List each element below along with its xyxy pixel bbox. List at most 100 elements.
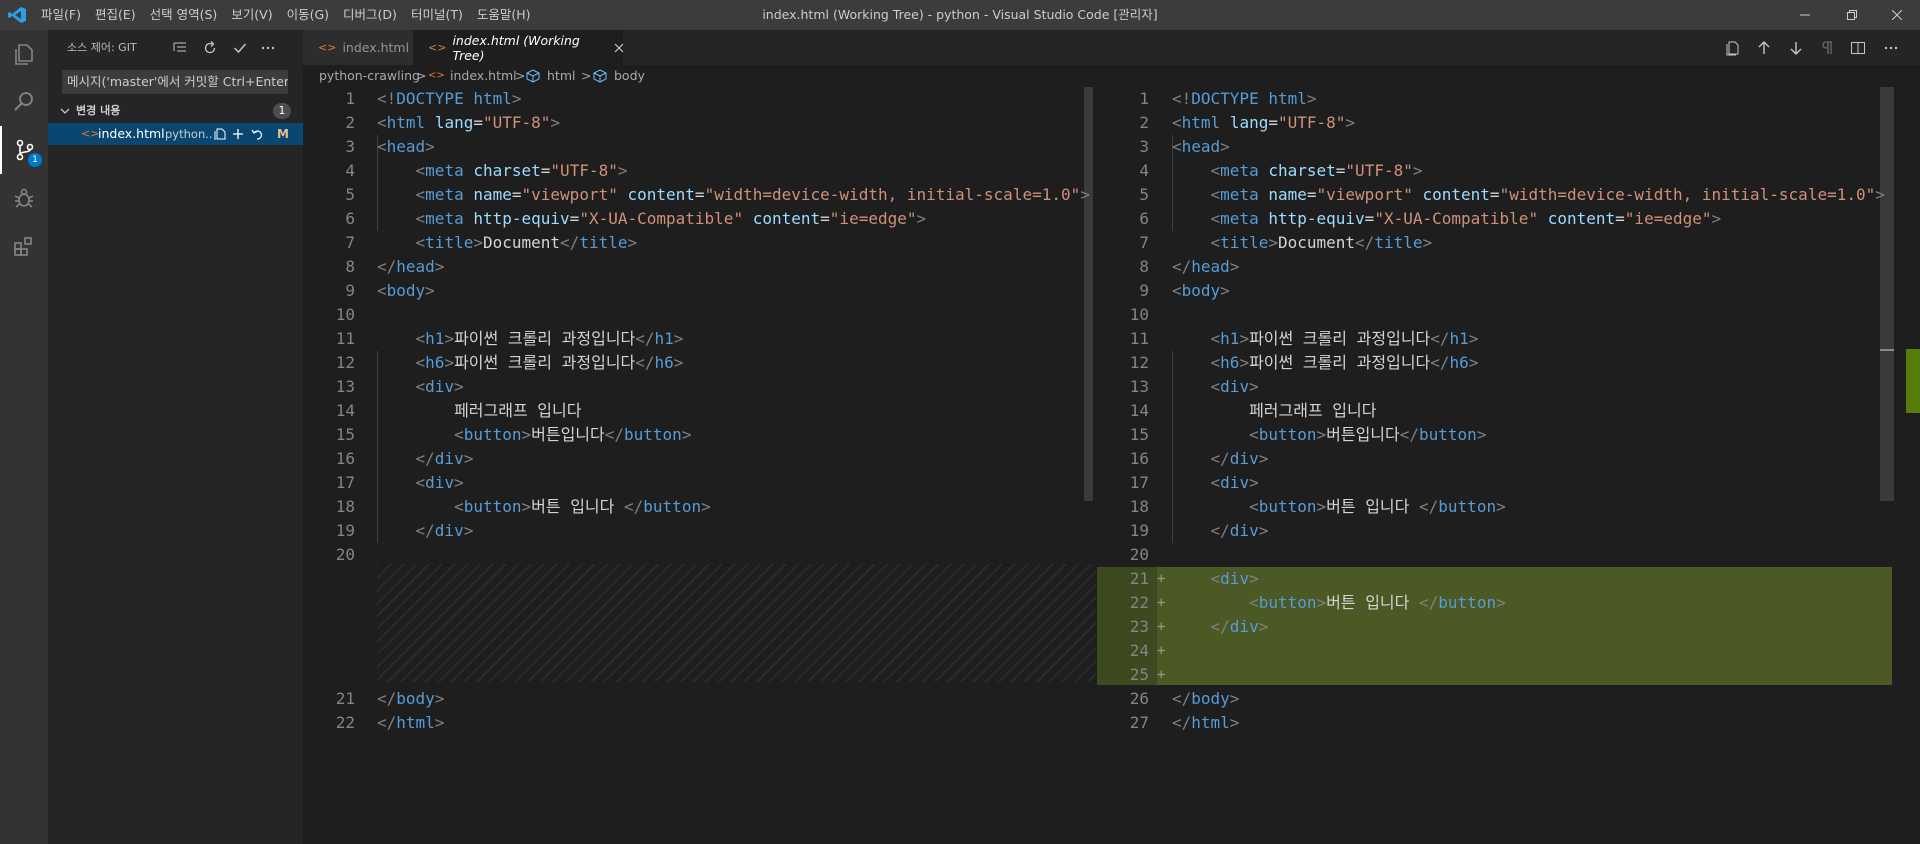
close-tab-icon[interactable] bbox=[614, 43, 623, 53]
added-code-line[interactable]: 25 + bbox=[1097, 663, 1877, 687]
code-line[interactable]: 22 </html> bbox=[303, 711, 1083, 735]
open-file-button[interactable] bbox=[212, 126, 228, 142]
minimize-button[interactable] bbox=[1782, 0, 1828, 30]
code-line[interactable]: 10 bbox=[303, 303, 1083, 327]
code-line[interactable]: 15 <button>버튼입니다</button> bbox=[1097, 423, 1877, 447]
line-number: 8 bbox=[345, 257, 355, 276]
code-line[interactable]: 20 bbox=[1097, 543, 1877, 567]
code-line[interactable]: 17 <div> bbox=[303, 471, 1083, 495]
code-line[interactable]: 10 bbox=[1097, 303, 1877, 327]
split-editor-button[interactable] bbox=[1848, 38, 1868, 58]
menu-terminal[interactable]: 터미널(T) bbox=[404, 0, 470, 30]
changed-file-item[interactable]: <> index.html python... M bbox=[48, 123, 303, 145]
code-line[interactable]: 3 <head> bbox=[303, 135, 1083, 159]
breadcrumb-body[interactable]: body bbox=[614, 65, 645, 87]
code-line[interactable]: 6 <meta http-equiv="X-UA-Compatible" con… bbox=[1097, 207, 1877, 231]
code-line[interactable]: 14 페러그래프 입니다 bbox=[303, 399, 1083, 423]
line-number: 22 bbox=[335, 713, 355, 732]
code-line[interactable]: 8 </head> bbox=[303, 255, 1083, 279]
code-line[interactable]: 6 <meta http-equiv="X-UA-Compatible" con… bbox=[303, 207, 1083, 231]
code-line[interactable]: 7 <title>Document</title> bbox=[1097, 231, 1877, 255]
code-line[interactable]: 14 페러그래프 입니다 bbox=[1097, 399, 1877, 423]
code-line[interactable]: 11 <h1>파이썬 크롤리 과정입니다</h1> bbox=[1097, 327, 1877, 351]
commit-message-input[interactable]: 메시지('master'에서 커밋할 Ctrl+Enter) bbox=[62, 70, 288, 94]
code-line[interactable]: 18 <button>버튼 입니다 </button> bbox=[1097, 495, 1877, 519]
code-line[interactable]: 8 </head> bbox=[1097, 255, 1877, 279]
code-line[interactable]: 27 </html> bbox=[1097, 711, 1877, 735]
source-control-button[interactable]: 1 bbox=[0, 126, 48, 174]
code-line[interactable]: 5 <meta name="viewport" content="width=d… bbox=[1097, 183, 1885, 207]
breadcrumb-folder[interactable]: python-crawling bbox=[319, 65, 420, 87]
scrollbar[interactable] bbox=[1880, 87, 1894, 501]
menu-selection[interactable]: 선택 영역(S) bbox=[143, 0, 225, 30]
code-line[interactable]: 9 <body> bbox=[1097, 279, 1877, 303]
tab-index-html[interactable]: <> index.html bbox=[303, 30, 413, 65]
changes-section-header[interactable]: 변경 내용 1 bbox=[48, 100, 303, 122]
code-line[interactable]: 19 </div> bbox=[303, 519, 1083, 543]
line-number: 14 bbox=[335, 401, 355, 420]
line-code: <html lang="UTF-8"> bbox=[1172, 113, 1356, 132]
open-file-button[interactable] bbox=[1723, 38, 1743, 58]
code-line[interactable]: 26 </body> bbox=[1097, 687, 1877, 711]
code-line[interactable]: 7 <title>Document</title> bbox=[303, 231, 1083, 255]
restore-button[interactable] bbox=[1829, 0, 1875, 30]
added-code-line[interactable]: 24 + bbox=[1097, 639, 1877, 663]
code-line[interactable]: 20 bbox=[303, 543, 1083, 567]
code-line[interactable]: 4 <meta charset="UTF-8"> bbox=[1097, 159, 1877, 183]
toggle-whitespace-button[interactable] bbox=[1817, 38, 1837, 58]
added-code-line[interactable]: 23 + </div> bbox=[1097, 615, 1877, 639]
breadcrumb-file[interactable]: index.html bbox=[450, 65, 517, 87]
code-line[interactable]: 15 <button>버튼입니다</button> bbox=[303, 423, 1083, 447]
code-line[interactable]: 9 <body> bbox=[303, 279, 1083, 303]
code-line[interactable]: 16 </div> bbox=[1097, 447, 1877, 471]
explorer-button[interactable] bbox=[0, 30, 48, 78]
tab-index-html-working-tree[interactable]: <> index.html (Working Tree) bbox=[413, 30, 623, 65]
discard-changes-button[interactable] bbox=[249, 126, 265, 142]
line-number: 1 bbox=[1139, 89, 1149, 108]
more-actions-button[interactable] bbox=[1881, 38, 1901, 58]
more-actions-button[interactable] bbox=[258, 38, 278, 58]
code-line[interactable]: 11 <h1>파이썬 크롤리 과정입니다</h1> bbox=[303, 327, 1083, 351]
close-window-button[interactable] bbox=[1874, 0, 1920, 30]
added-code-line[interactable]: 22 + <button>버튼 입니다 </button> bbox=[1097, 591, 1877, 615]
line-number: 6 bbox=[345, 209, 355, 228]
original-editor[interactable]: 1 <!DOCTYPE html> 2 <html lang="UTF-8"> 3 <he… bbox=[303, 87, 1096, 844]
previous-change-button[interactable] bbox=[1754, 38, 1774, 58]
code-line[interactable]: 13 <div> bbox=[303, 375, 1083, 399]
debug-button[interactable] bbox=[0, 174, 48, 222]
added-code-line[interactable]: 21 + <div> bbox=[1097, 567, 1877, 591]
view-as-tree-button[interactable] bbox=[170, 38, 190, 58]
code-line[interactable]: 4 <meta charset="UTF-8"> bbox=[303, 159, 1083, 183]
stage-changes-button[interactable] bbox=[230, 126, 246, 142]
menu-go[interactable]: 이동(G) bbox=[280, 0, 336, 30]
code-line[interactable]: 18 <button>버튼 입니다 </button> bbox=[303, 495, 1083, 519]
code-line[interactable]: 13 <div> bbox=[1097, 375, 1877, 399]
code-line[interactable]: 3 <head> bbox=[1097, 135, 1877, 159]
menu-edit[interactable]: 편집(E) bbox=[88, 0, 143, 30]
menu-debug[interactable]: 디버그(D) bbox=[336, 0, 404, 30]
code-line[interactable]: 1 <!DOCTYPE html> bbox=[1097, 87, 1877, 111]
code-line[interactable]: 12 <h6>파이썬 크롤리 과정입니다</h6> bbox=[1097, 351, 1877, 375]
code-line[interactable]: 19 </div> bbox=[1097, 519, 1877, 543]
search-button[interactable] bbox=[0, 78, 48, 126]
menu-help[interactable]: 도움말(H) bbox=[470, 0, 538, 30]
line-number: 4 bbox=[1139, 161, 1149, 180]
code-line[interactable]: 21 </body> bbox=[303, 687, 1083, 711]
breadcrumb-html[interactable]: html bbox=[547, 65, 575, 87]
commit-button[interactable] bbox=[230, 38, 250, 58]
code-line[interactable]: 2 <html lang="UTF-8"> bbox=[303, 111, 1083, 135]
extensions-button[interactable] bbox=[0, 222, 48, 270]
menu-bar: 파일(F) 편집(E) 선택 영역(S) 보기(V) 이동(G) 디버그(D) … bbox=[34, 0, 537, 30]
code-line[interactable]: 1 <!DOCTYPE html> bbox=[303, 87, 1083, 111]
modified-editor[interactable]: 1 <!DOCTYPE html> 2 <html lang="UTF-8"> 3 <he… bbox=[1097, 87, 1920, 844]
code-line[interactable]: 17 <div> bbox=[1097, 471, 1877, 495]
menu-view[interactable]: 보기(V) bbox=[224, 0, 279, 30]
code-line[interactable]: 2 <html lang="UTF-8"> bbox=[1097, 111, 1877, 135]
code-line[interactable]: 5 <meta name="viewport" content="width=d… bbox=[303, 183, 1090, 207]
scrollbar[interactable] bbox=[1084, 87, 1093, 501]
next-change-button[interactable] bbox=[1786, 38, 1806, 58]
code-line[interactable]: 12 <h6>파이썬 크롤리 과정입니다</h6> bbox=[303, 351, 1083, 375]
menu-file[interactable]: 파일(F) bbox=[34, 0, 88, 30]
refresh-button[interactable] bbox=[200, 38, 220, 58]
code-line[interactable]: 16 </div> bbox=[303, 447, 1083, 471]
